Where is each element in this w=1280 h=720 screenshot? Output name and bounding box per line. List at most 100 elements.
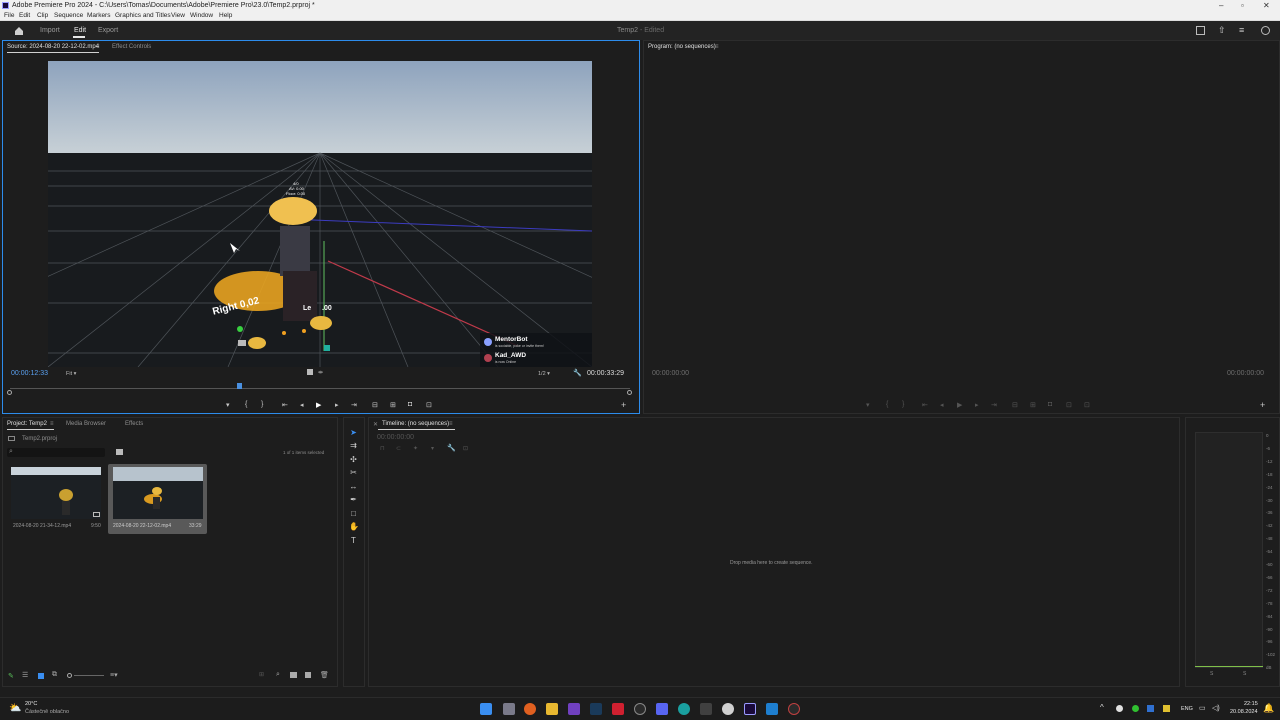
mark-out-icon[interactable]: } [261,401,263,408]
add-button-icon[interactable]: + [1260,400,1265,410]
menu-window[interactable]: Window [190,11,213,21]
close-tab-icon[interactable]: ✕ [373,421,378,428]
new-bin-icon[interactable] [116,449,123,455]
tab-effect-controls[interactable]: Effect Controls [112,44,151,50]
menu-sequence[interactable]: Sequence [54,11,83,21]
add-marker-icon[interactable]: ▾ [866,401,870,409]
visual-studio-icon[interactable] [568,703,580,715]
menu-edit[interactable]: Edit [19,11,30,21]
list-view-icon[interactable]: ☰ [22,671,28,679]
hand-tool-icon[interactable]: ✋ [349,522,359,531]
tray-app-icon[interactable] [1116,705,1123,712]
go-to-out-icon[interactable]: ⇥ [351,401,357,409]
steam-icon[interactable] [590,703,602,715]
timeline-menu-icon[interactable]: ≡ [449,421,453,427]
firefox-icon[interactable] [524,703,536,715]
menu-help[interactable]: Help [219,11,232,21]
play-icon[interactable]: ▶ [316,401,321,409]
minimize-icon[interactable]: – [1219,0,1223,11]
fullscreen-icon[interactable] [1261,26,1270,35]
snap-icon[interactable]: ⊓ [380,445,385,452]
add-button-icon[interactable]: + [621,400,626,410]
step-forward-icon[interactable]: ▸ [335,401,339,409]
overwrite-icon[interactable]: ⊞ [390,401,396,409]
extract-icon[interactable]: ⊞ [1030,401,1036,409]
network-icon[interactable]: ▭ [1199,704,1206,712]
go-to-in-icon[interactable]: ⇤ [282,401,288,409]
source-menu-icon[interactable]: ≡ [96,44,100,50]
step-forward-icon[interactable]: ▸ [975,401,979,409]
menu-clip[interactable]: Clip [37,11,48,21]
recorder-icon[interactable] [788,703,800,715]
tray-steam-icon[interactable] [1147,705,1154,712]
step-back-icon[interactable]: ◂ [940,401,944,409]
go-to-out-icon[interactable]: ⇥ [991,401,997,409]
tab-export[interactable]: Export [98,21,118,40]
selection-tool-icon[interactable]: ➤ [349,428,358,437]
playhead[interactable] [237,383,243,389]
project-search-input[interactable]: ⌕ [7,448,105,457]
language-indicator[interactable]: ENG [1181,706,1193,712]
vscode-icon[interactable] [766,703,778,715]
media-thumbnail[interactable] [11,467,101,519]
menu-icon[interactable]: ≡ [1239,26,1248,35]
menu-markers[interactable]: Markers [87,11,110,21]
taskview-icon[interactable] [503,703,515,715]
tray-status-icon[interactable] [1132,705,1139,712]
step-back-icon[interactable]: ◂ [300,401,304,409]
clock-time[interactable]: 22:15 [1244,701,1258,707]
tab-project[interactable]: Project: Temp2 [7,421,47,427]
ripple-edit-icon[interactable]: ✣ [349,455,358,464]
pen-tool-icon[interactable]: ✒ [349,495,358,504]
new-item-icon[interactable] [305,672,311,678]
in-handle[interactable] [7,390,12,395]
linked-icon[interactable]: ⊂ [396,445,401,452]
comparison-icon[interactable]: ⊡ [1066,401,1072,409]
timeline-settings-icon[interactable]: 🔧 [447,444,456,452]
tray-chevron-icon[interactable]: ^ [1100,703,1104,712]
track-select-icon[interactable]: ⇉ [349,441,358,450]
zoom-slider-handle[interactable] [67,673,72,678]
play-icon[interactable]: ▶ [957,401,962,409]
lift-icon[interactable]: ⊟ [1012,401,1018,409]
resolution-select[interactable]: 1/2 ▾ [538,371,550,377]
settings-icon[interactable]: ⊡ [426,401,432,409]
go-to-in-icon[interactable]: ⇤ [922,401,928,409]
zoom-slider-track[interactable] [74,675,104,676]
slip-tool-icon[interactable]: ↔ [349,482,358,491]
trash-icon[interactable]: 🗑 [320,671,329,679]
app-heart-icon[interactable] [612,703,624,715]
close-icon[interactable]: ✕ [1263,0,1270,11]
program-menu-icon[interactable]: ≡ [715,44,719,50]
premiere-icon[interactable] [744,703,756,715]
out-handle[interactable] [627,390,632,395]
workspaces-icon[interactable] [1196,26,1205,35]
type-tool-icon[interactable]: T [349,536,358,545]
browser-icon[interactable] [678,703,690,715]
add-marker-icon[interactable]: ▾ [226,401,230,409]
freeform-view-icon[interactable]: ⧉ [52,671,57,679]
tab-effects[interactable]: Effects [125,421,143,427]
rectangle-tool-icon[interactable]: □ [349,509,358,518]
zoom-select[interactable]: Fit ▾ [66,371,76,377]
sort-icon[interactable]: ≡▾ [110,671,118,679]
razor-tool-icon[interactable]: ✂ [349,468,358,477]
insert-icon[interactable]: ⇹ [318,369,323,376]
icon-view-icon[interactable] [38,673,44,679]
wrench-icon[interactable]: 🔧 [573,369,582,377]
new-bin-icon[interactable] [290,672,297,678]
media-thumbnail[interactable] [113,467,203,519]
export-frame-icon[interactable]: ◘ [408,401,412,408]
start-icon[interactable] [480,703,492,715]
tab-media-browser[interactable]: Media Browser [66,421,106,427]
unity-icon[interactable] [722,703,734,715]
tab-import[interactable]: Import [40,21,60,40]
insert-button-icon[interactable]: ⊟ [372,401,378,409]
menu-view[interactable]: View [171,11,185,21]
tray-mic-icon[interactable] [1163,705,1170,712]
solo-button[interactable]: S [1243,671,1246,677]
marker-icon[interactable] [307,369,313,375]
tab-program[interactable]: Program: (no sequences) [648,44,716,50]
add-marker-icon[interactable]: ✦ [413,445,418,452]
tab-timeline[interactable]: Timeline: (no sequences) [382,421,449,427]
